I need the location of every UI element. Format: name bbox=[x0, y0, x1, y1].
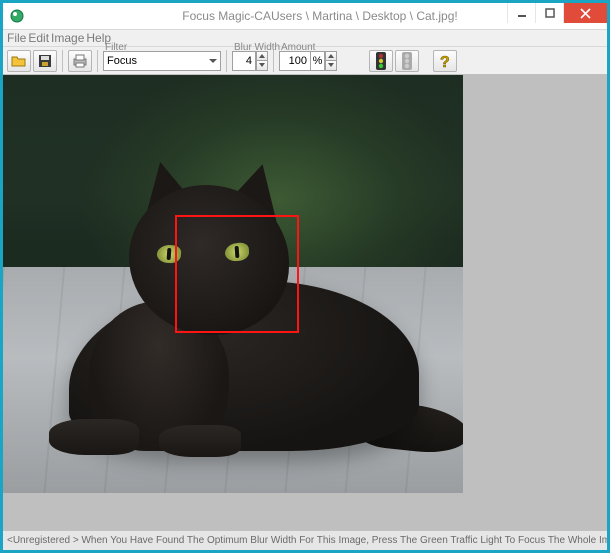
help-question-icon: ? bbox=[438, 52, 452, 70]
spinner-down-icon[interactable] bbox=[325, 60, 337, 71]
spinner-down-icon[interactable] bbox=[256, 60, 268, 71]
blur-width-value: 4 bbox=[246, 55, 252, 67]
minimize-button[interactable] bbox=[507, 3, 535, 23]
menu-image[interactable]: Image bbox=[51, 31, 84, 45]
blur-width-group: Blur Width 4 bbox=[232, 51, 268, 71]
window-controls bbox=[507, 3, 607, 25]
toolbar-divider bbox=[62, 50, 63, 72]
amount-unit: % bbox=[311, 51, 325, 71]
amount-label: Amount bbox=[281, 42, 315, 53]
open-folder-icon bbox=[11, 54, 27, 68]
process-stop-button[interactable] bbox=[395, 50, 419, 72]
titlebar: Focus Magic-CAUsers \ Martina \ Desktop … bbox=[3, 3, 607, 29]
blur-width-input[interactable]: 4 bbox=[232, 51, 256, 71]
filter-select[interactable]: Focus bbox=[103, 51, 221, 71]
save-button[interactable] bbox=[33, 50, 57, 72]
open-button[interactable] bbox=[7, 50, 31, 72]
app-window: Focus Magic-CAUsers \ Martina \ Desktop … bbox=[0, 0, 610, 553]
save-floppy-icon bbox=[38, 54, 52, 68]
maximize-button[interactable] bbox=[535, 3, 563, 23]
menu-edit[interactable]: Edit bbox=[28, 31, 49, 45]
print-icon bbox=[72, 54, 88, 68]
toolbar-divider bbox=[97, 50, 98, 72]
print-button[interactable] bbox=[68, 50, 92, 72]
spinner-up-icon[interactable] bbox=[325, 51, 337, 61]
toolbar-divider bbox=[273, 50, 274, 72]
traffic-light-green-icon bbox=[375, 52, 387, 70]
statusbar: <Unregistered > When You Have Found The … bbox=[3, 530, 607, 550]
selection-rectangle[interactable] bbox=[175, 215, 299, 333]
blur-width-spinner[interactable] bbox=[256, 51, 268, 71]
amount-value: 100 bbox=[289, 55, 307, 67]
help-button[interactable]: ? bbox=[433, 50, 457, 72]
amount-input[interactable]: 100 bbox=[279, 51, 311, 71]
toolbar: Filter Focus Blur Width 4 Amount bbox=[3, 47, 607, 75]
filter-value: Focus bbox=[107, 55, 137, 67]
traffic-light-gray-icon bbox=[401, 52, 413, 70]
svg-text:?: ? bbox=[440, 54, 450, 70]
menu-file[interactable]: File bbox=[7, 31, 26, 45]
image-preview[interactable] bbox=[3, 75, 463, 493]
filter-group: Filter Focus bbox=[103, 51, 221, 71]
status-text: <Unregistered > When You Have Found The … bbox=[7, 535, 607, 546]
toolbar-divider bbox=[226, 50, 227, 72]
app-icon bbox=[9, 8, 25, 24]
canvas-area[interactable] bbox=[3, 75, 607, 530]
amount-spinner[interactable] bbox=[325, 51, 337, 71]
close-button[interactable] bbox=[563, 3, 607, 23]
process-go-button[interactable] bbox=[369, 50, 393, 72]
amount-group: Amount 100 % bbox=[279, 51, 337, 71]
blur-width-label: Blur Width bbox=[234, 42, 280, 53]
